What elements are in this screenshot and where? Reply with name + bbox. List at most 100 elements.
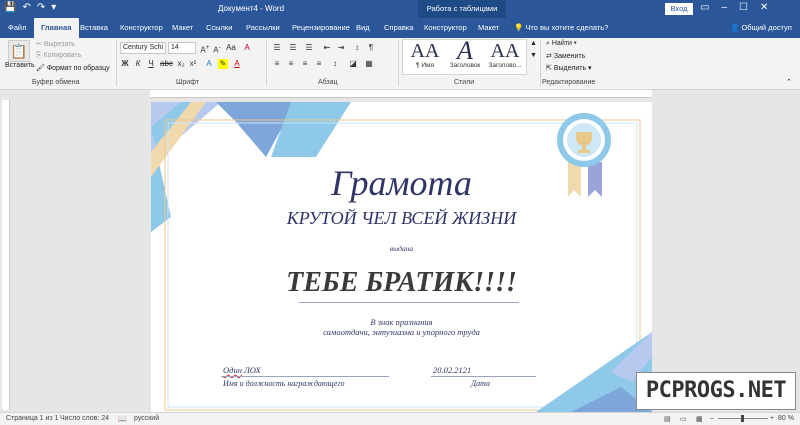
save-icon[interactable]: 💾: [4, 2, 16, 13]
maximize-icon[interactable]: ☐: [739, 2, 748, 13]
select-label: Выделить: [553, 65, 587, 72]
zoom-out-icon[interactable]: –: [710, 415, 714, 422]
clear-formatting-icon[interactable]: A: [242, 43, 252, 53]
tab-layout[interactable]: Макет: [172, 18, 193, 38]
style-preview: АА: [410, 40, 440, 62]
ribbon-display-options-icon[interactable]: ▭: [700, 2, 709, 13]
replace-icon: ⇄: [546, 53, 554, 60]
change-case-icon[interactable]: Aa: [226, 43, 236, 53]
share-label: Общий доступ: [741, 23, 792, 32]
copy-button[interactable]: ⎘ Копировать: [36, 52, 81, 60]
tab-mailings[interactable]: Рассылки: [246, 18, 280, 38]
tab-references[interactable]: Ссылки: [206, 18, 232, 38]
font-name-select[interactable]: Century Schi: [120, 42, 166, 54]
justify-icon[interactable]: ≡: [314, 59, 324, 69]
font-color-icon[interactable]: A: [232, 59, 242, 69]
cut-button[interactable]: ✂ Вырезать: [36, 40, 75, 48]
highlight-icon[interactable]: ✎: [218, 59, 228, 69]
show-marks-icon[interactable]: ¶: [366, 43, 376, 53]
zoom-slider-thumb[interactable]: [741, 415, 744, 422]
zoom-in-icon[interactable]: +: [770, 415, 774, 422]
page-count[interactable]: Страница 1 из 1: [6, 415, 58, 422]
style-heading-2[interactable]: АА Заголово...: [485, 40, 525, 74]
signer-second-word: ЛОХ: [244, 365, 261, 375]
multilevel-list-icon[interactable]: ☰: [304, 43, 314, 53]
align-center-icon[interactable]: ≡: [286, 59, 296, 69]
italic-button[interactable]: К: [133, 59, 143, 69]
window-controls: ▭ – ☐ ✕: [700, 2, 768, 13]
underline-button[interactable]: Ч: [146, 59, 156, 69]
editing-group-label: Редактирование: [542, 79, 596, 86]
tab-review[interactable]: Рецензирование: [292, 18, 350, 38]
customize-toolbar-icon[interactable]: ▾: [51, 2, 56, 13]
certificate-subtitle: КРУТОЙ ЧЕЛ ВСЕЙ ЖИЗНИ: [286, 208, 517, 228]
select-button[interactable]: ⇱ Выделить ▾: [546, 64, 592, 72]
superscript-icon[interactable]: x²: [188, 59, 198, 69]
recognition-text: В знак признания самоотдачи, энтузиазма …: [151, 317, 652, 337]
find-button[interactable]: ⌕ Найти ▾: [546, 40, 577, 48]
shading-icon[interactable]: ◪: [348, 59, 358, 69]
align-left-icon[interactable]: ≡: [272, 59, 282, 69]
horizontal-ruler[interactable]: [150, 90, 652, 98]
language-indicator[interactable]: русский: [134, 415, 159, 422]
styles-scroll-icon[interactable]: ▲: [530, 40, 537, 47]
word-count[interactable]: Число слов: 24: [60, 415, 109, 422]
tab-file[interactable]: Файл: [8, 18, 26, 38]
strikethrough-icon[interactable]: abc: [160, 59, 173, 69]
document-page[interactable]: Грамота КРУТОЙ ЧЕЛ ВСЕЙ ЖИЗНИ выдана ТЕБ…: [151, 102, 652, 412]
grow-font-icon[interactable]: A+: [200, 43, 210, 55]
proofing-icon[interactable]: 📖: [118, 415, 127, 423]
tab-design[interactable]: Конструктор: [120, 18, 163, 38]
style-preview: А: [457, 36, 473, 65]
align-right-icon[interactable]: ≡: [300, 59, 310, 69]
tab-table-layout[interactable]: Макет: [478, 18, 499, 38]
replace-button[interactable]: ⇄ Заменить: [546, 52, 585, 60]
signer-first-word: Один: [223, 365, 242, 375]
print-layout-icon[interactable]: ▭: [680, 415, 687, 423]
increase-indent-icon[interactable]: ⇥: [336, 43, 346, 53]
text-effects-icon[interactable]: A: [204, 59, 214, 69]
recipient-name: ТЕБЕ БРАТИК!!!!: [286, 267, 517, 298]
zoom-level[interactable]: 80 %: [778, 415, 794, 422]
tab-insert[interactable]: Вставка: [80, 18, 108, 38]
tab-home[interactable]: Главная: [34, 18, 79, 38]
style-label: ¶ Имя: [416, 62, 434, 69]
subscript-icon[interactable]: x₂: [176, 59, 186, 69]
numbering-icon[interactable]: ☰: [288, 43, 298, 53]
format-painter-button[interactable]: 🖌 Формат по образцу: [36, 64, 110, 72]
tab-table-design[interactable]: Конструктор: [424, 18, 467, 38]
find-label: Найти: [551, 40, 572, 47]
bold-button[interactable]: Ж: [120, 59, 130, 69]
tab-view[interactable]: Вид: [356, 18, 370, 38]
scissors-icon: ✂: [36, 41, 44, 48]
table-tools-context-title: Работа с таблицами: [418, 0, 506, 18]
minimize-icon[interactable]: –: [721, 2, 727, 13]
signin-button[interactable]: Вход: [665, 3, 693, 15]
shrink-font-icon[interactable]: A-: [212, 43, 222, 55]
undo-icon[interactable]: ↶: [22, 2, 30, 13]
title-bar: 💾 ↶ ↷ ▾ Документ4 - Word Работа с таблиц…: [0, 0, 800, 18]
collapse-ribbon-icon[interactable]: ⌃: [786, 78, 792, 86]
borders-icon[interactable]: ▦: [364, 59, 374, 69]
style-heading[interactable]: А Заголовок: [445, 36, 485, 74]
paste-button[interactable]: Вставить: [5, 62, 35, 69]
font-size-select[interactable]: 14: [168, 42, 196, 54]
tell-me-search[interactable]: 💡 Что вы хотите сделать?: [514, 18, 608, 38]
sort-icon[interactable]: ↕: [352, 43, 362, 53]
share-button[interactable]: 👤 Общий доступ: [730, 18, 792, 38]
issued-label: выдана: [389, 244, 414, 253]
close-icon[interactable]: ✕: [760, 2, 768, 13]
read-mode-icon[interactable]: ▤: [664, 415, 671, 423]
style-label: Заголово...: [488, 62, 522, 69]
redo-icon[interactable]: ↷: [37, 2, 45, 13]
vertical-ruler[interactable]: [2, 100, 10, 410]
web-layout-icon[interactable]: ▦: [696, 415, 703, 423]
styles-more-icon[interactable]: ▼: [530, 52, 537, 59]
certificate-date: 20.02.2121: [433, 365, 472, 375]
line-spacing-icon[interactable]: ↕: [330, 59, 340, 69]
tab-help[interactable]: Справка: [384, 18, 413, 38]
decrease-indent-icon[interactable]: ⇤: [322, 43, 332, 53]
paste-icon[interactable]: 📋: [8, 40, 30, 62]
bullets-icon[interactable]: ☰: [272, 43, 282, 53]
style-name[interactable]: АА ¶ Имя: [405, 40, 445, 74]
